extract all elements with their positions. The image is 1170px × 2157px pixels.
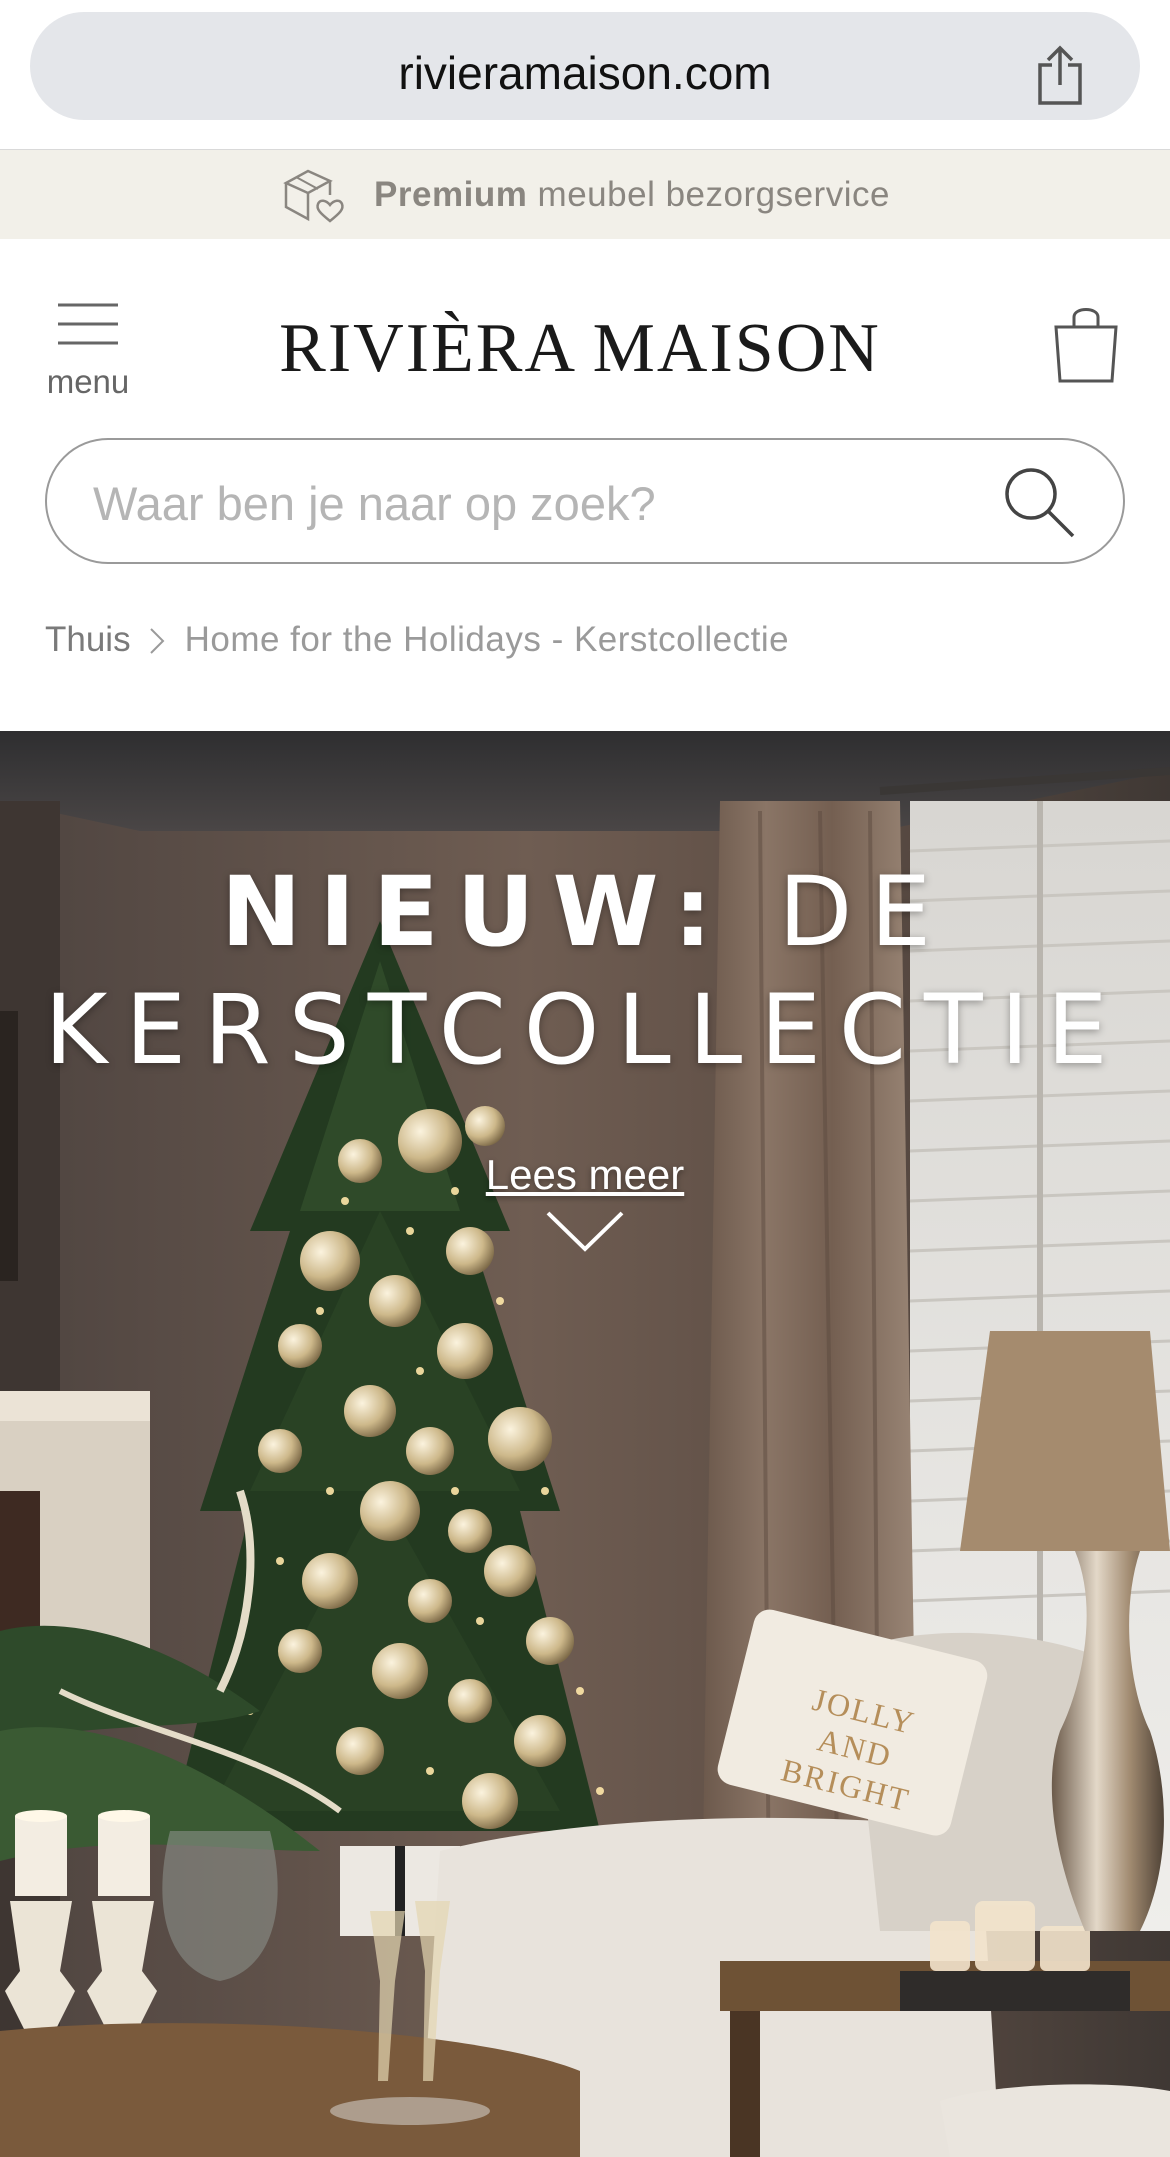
search-input[interactable] xyxy=(93,476,973,531)
read-more-link[interactable]: Lees meer xyxy=(0,1151,1170,1199)
promo-banner[interactable]: Premium meubel bezorgservice xyxy=(0,150,1170,239)
share-button[interactable] xyxy=(1018,34,1102,118)
promo-text: Premium meubel bezorgservice xyxy=(374,174,890,214)
hamburger-icon xyxy=(58,303,118,345)
breadcrumb: Thuis Home for the Holidays - Kerstcolle… xyxy=(45,620,789,660)
brand-logo[interactable]: RIVIÈRA MAISON xyxy=(240,309,920,389)
chevron-down-icon[interactable] xyxy=(544,1207,626,1255)
menu-label: menu xyxy=(46,363,130,400)
shopping-bag-icon xyxy=(1054,308,1118,383)
breadcrumb-current: Home for the Holidays - Kerstcollectie xyxy=(184,620,790,659)
hero-title-line-2: KERSTCOLLECTIE xyxy=(44,974,1126,1086)
cart-button[interactable] xyxy=(1050,301,1130,391)
search-bar xyxy=(45,438,1125,564)
site-header: menu RIVIÈRA MAISON xyxy=(0,239,1170,429)
hero-banner[interactable]: JOLLY AND BRIGHT NIEUW: DE KERSTCOLLECTI… xyxy=(0,731,1170,2157)
url-text: rivieramaison.com xyxy=(398,47,772,99)
chevron-right-icon xyxy=(149,625,165,655)
hero-title-line-1: NIEUW: DE xyxy=(220,856,949,968)
share-icon xyxy=(1038,45,1082,105)
address-bar[interactable]: rivieramaison.com xyxy=(30,12,1140,120)
delivery-box-icon xyxy=(283,169,344,223)
breadcrumb-home-link[interactable]: Thuis xyxy=(45,620,131,660)
search-icon[interactable] xyxy=(999,462,1079,542)
browser-toolbar: rivieramaison.com xyxy=(0,0,1170,150)
